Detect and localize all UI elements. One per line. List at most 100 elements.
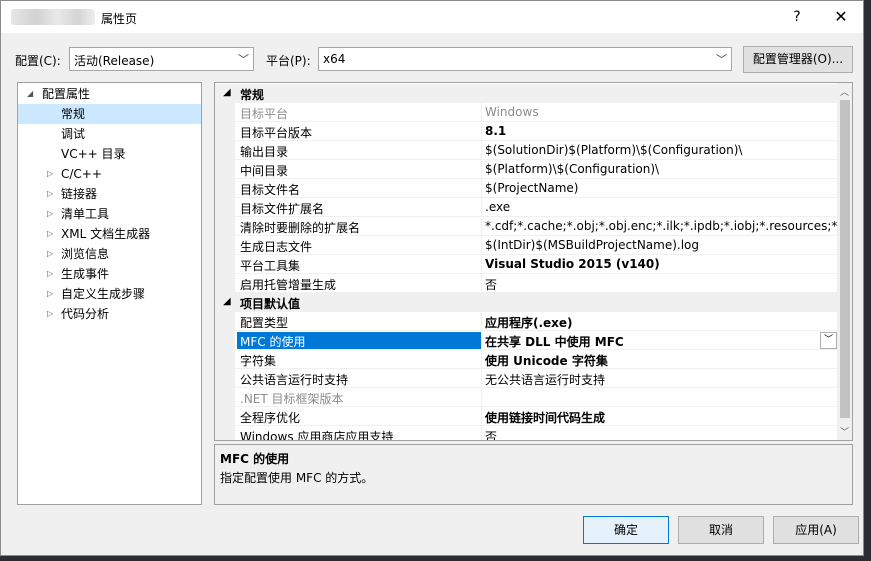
expand-triangle-icon[interactable]: ▷ bbox=[47, 304, 53, 324]
close-button[interactable]: ✕ bbox=[821, 5, 861, 29]
property-value[interactable]: *.cdf;*.cache;*.obj;*.obj.enc;*.ilk;*.ip… bbox=[485, 219, 837, 233]
grid-scrollbar[interactable]: ︿ ﹀ bbox=[837, 83, 852, 440]
title-bar[interactable]: 属性页 ? ✕ bbox=[1, 1, 863, 33]
property-value[interactable]: $(IntDir)$(MSBuildProjectName).log bbox=[485, 238, 837, 252]
grid-row[interactable]: 启用托管增量生成 否 bbox=[215, 274, 837, 293]
tree-item[interactable]: ▷ C/C++ bbox=[18, 164, 201, 184]
grid-row[interactable]: 字符集 使用 Unicode 字符集 bbox=[215, 350, 837, 369]
property-value[interactable]: Windows bbox=[485, 105, 837, 119]
scrollbar-thumb[interactable] bbox=[840, 100, 850, 418]
collapse-triangle-icon[interactable]: ◢ bbox=[223, 87, 231, 98]
grid-row[interactable]: 输出目录 $(SolutionDir)$(Platform)\$(Configur… bbox=[215, 141, 837, 160]
tree-item-label: 浏览信息 bbox=[61, 247, 110, 261]
property-value[interactable]: 使用 Unicode 字符集 bbox=[485, 352, 837, 369]
grid-category-label: 项目默认值 bbox=[240, 297, 301, 311]
scroll-down-icon[interactable]: ﹀ bbox=[840, 425, 849, 438]
grid-row-gutter bbox=[215, 426, 235, 440]
grid-row[interactable]: 公共语言运行时支持 无公共语言运行时支持 bbox=[215, 369, 837, 388]
expand-triangle-icon[interactable]: ▷ bbox=[47, 284, 53, 304]
grid-row[interactable]: 目标文件扩展名 .exe bbox=[215, 198, 837, 217]
config-label: 配置(C): bbox=[15, 54, 61, 68]
grid-row[interactable]: .NET 目标框架版本 bbox=[215, 388, 837, 407]
grid-row[interactable]: 目标平台版本 8.1 bbox=[215, 122, 837, 141]
grid-row[interactable]: Windows 应用商店应用支持 否 bbox=[215, 426, 837, 441]
tree-item[interactable]: ▷ 链接器 bbox=[18, 184, 201, 204]
grid-row[interactable]: 生成日志文件 $(IntDir)$(MSBuildProjectName).log bbox=[215, 236, 837, 255]
property-value[interactable]: 在共享 DLL 中使用 MFC bbox=[485, 333, 837, 350]
property-value[interactable]: Visual Studio 2015 (v140) bbox=[485, 257, 837, 271]
property-value[interactable]: $(Platform)\$(Configuration)\ bbox=[485, 162, 837, 176]
property-value[interactable]: 8.1 bbox=[485, 124, 837, 138]
config-manager-button[interactable]: 配置管理器(O)... bbox=[743, 46, 853, 73]
help-button[interactable]: ? bbox=[779, 5, 815, 29]
grid-row-gutter bbox=[215, 179, 235, 198]
column-divider bbox=[481, 312, 482, 331]
grid-row-gutter bbox=[215, 350, 235, 369]
column-divider bbox=[481, 350, 482, 369]
property-name: 配置类型 bbox=[240, 316, 289, 330]
grid-row[interactable]: 中间目录 $(Platform)\$(Configuration)\ bbox=[215, 160, 837, 179]
apply-button[interactable]: 应用(A) bbox=[773, 516, 859, 544]
grid-category[interactable]: ◢ 项目默认值 bbox=[215, 293, 837, 312]
property-name: 全程序优化 bbox=[240, 411, 301, 425]
scroll-up-icon[interactable]: ︿ bbox=[840, 85, 849, 98]
platform-combo[interactable]: x64 ﹀ bbox=[318, 47, 732, 71]
grid-row[interactable]: 全程序优化 使用链接时间代码生成 bbox=[215, 407, 837, 426]
config-combo[interactable]: 活动(Release) ﹀ bbox=[69, 47, 254, 71]
column-divider bbox=[481, 141, 482, 160]
expand-triangle-icon[interactable]: ▷ bbox=[47, 184, 53, 204]
property-name: 目标文件名 bbox=[240, 183, 301, 197]
tree-item[interactable]: ▷ XML 文档生成器 bbox=[18, 224, 201, 244]
ok-button[interactable]: 确定 bbox=[583, 516, 669, 544]
tree-item[interactable]: ▷ 生成事件 bbox=[18, 264, 201, 284]
tree-item[interactable]: ▷ 自定义生成步骤 bbox=[18, 284, 201, 304]
property-value[interactable]: 否 bbox=[485, 276, 837, 293]
column-divider bbox=[481, 255, 482, 274]
property-name: 平台工具集 bbox=[240, 259, 301, 273]
grid-row-gutter bbox=[215, 141, 235, 160]
collapse-triangle-icon[interactable]: ◢ bbox=[223, 296, 231, 307]
tree-root-label: 配置属性 bbox=[42, 87, 91, 101]
grid-row-gutter bbox=[215, 255, 235, 274]
column-divider bbox=[481, 179, 482, 198]
grid-row[interactable]: 清除时要删除的扩展名 *.cdf;*.cache;*.obj;*.obj.enc;… bbox=[215, 217, 837, 236]
tree-item-label: 常规 bbox=[61, 107, 86, 121]
cancel-button[interactable]: 取消 bbox=[678, 516, 764, 544]
property-value[interactable]: 否 bbox=[485, 428, 837, 440]
expand-triangle-icon[interactable]: ▷ bbox=[47, 264, 53, 284]
property-value[interactable]: .exe bbox=[485, 200, 837, 214]
tree-item-label: 链接器 bbox=[61, 187, 98, 201]
grid-row[interactable]: MFC 的使用 在共享 DLL 中使用 MFC ﹀ bbox=[215, 331, 837, 350]
expand-triangle-icon[interactable]: ▷ bbox=[47, 164, 53, 184]
tree-item[interactable]: VC++ 目录 bbox=[18, 144, 201, 164]
column-divider bbox=[481, 274, 482, 293]
property-pages-dialog: 属性页 ? ✕ 配置(C): 活动(Release) ﹀ 平台(P): x64 … bbox=[0, 0, 864, 556]
expand-triangle-icon[interactable]: ▷ bbox=[47, 224, 53, 244]
grid-row-gutter bbox=[215, 198, 235, 217]
property-value[interactable]: 无公共语言运行时支持 bbox=[485, 371, 837, 388]
tree-root-config-properties[interactable]: ◢ 配置属性 bbox=[18, 84, 201, 104]
column-divider bbox=[481, 236, 482, 255]
grid-row-gutter bbox=[215, 331, 235, 350]
property-name: Windows 应用商店应用支持 bbox=[240, 430, 394, 441]
tree-item[interactable]: 常规 bbox=[18, 104, 201, 124]
property-value[interactable]: $(ProjectName) bbox=[485, 181, 837, 195]
property-value[interactable]: 使用链接时间代码生成 bbox=[485, 409, 837, 426]
grid-row[interactable]: 平台工具集 Visual Studio 2015 (v140) bbox=[215, 255, 837, 274]
property-value[interactable]: $(SolutionDir)$(Platform)\$(Configuratio… bbox=[485, 143, 837, 157]
tree-item[interactable]: ▷ 浏览信息 bbox=[18, 244, 201, 264]
tree-item[interactable]: 调试 bbox=[18, 124, 201, 144]
grid-row[interactable]: 目标平台 Windows bbox=[215, 103, 837, 122]
value-dropdown-button[interactable]: ﹀ bbox=[820, 332, 837, 349]
property-name: 启用托管增量生成 bbox=[240, 278, 337, 292]
expand-triangle-icon[interactable]: ▷ bbox=[47, 244, 53, 264]
tree-item[interactable]: ▷ 代码分析 bbox=[18, 304, 201, 324]
expand-triangle-icon[interactable]: ▷ bbox=[47, 204, 53, 224]
grid-row[interactable]: 配置类型 应用程序(.exe) bbox=[215, 312, 837, 331]
property-name: 目标平台版本 bbox=[240, 126, 313, 140]
tree-item[interactable]: ▷ 清单工具 bbox=[18, 204, 201, 224]
grid-category[interactable]: ◢ 常规 bbox=[215, 84, 837, 103]
grid-row[interactable]: 目标文件名 $(ProjectName) bbox=[215, 179, 837, 198]
property-value[interactable]: 应用程序(.exe) bbox=[485, 314, 837, 331]
grid-row-gutter bbox=[215, 369, 235, 388]
